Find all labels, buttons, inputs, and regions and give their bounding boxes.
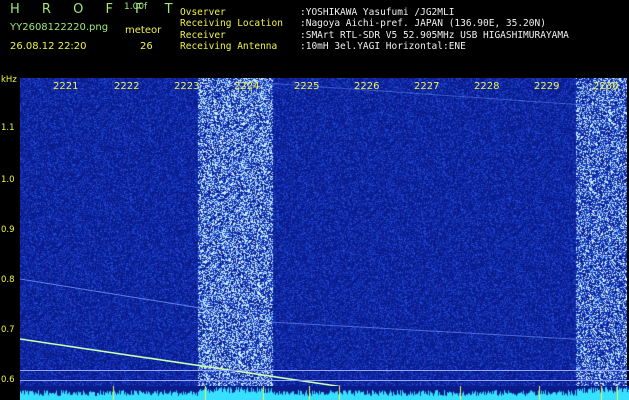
reference-line (20, 370, 629, 371)
info-key-receiver: Receiver (180, 30, 226, 41)
reference-line (20, 380, 629, 381)
app-title: H R O F F T (10, 2, 182, 17)
spectrogram-plot (20, 78, 627, 400)
meteor-count: 26 (140, 41, 153, 52)
time-label: 2227 (414, 81, 440, 92)
info-key-antenna: Receiving Antenna (180, 41, 278, 52)
freq-tick: 1.1 (1, 123, 15, 133)
time-label: 2222 (114, 81, 140, 92)
header-bar: H R O F F T 1.00f YY2608122220.png 26.08… (0, 0, 629, 75)
signal-overlay (20, 81, 627, 389)
time-label: 2221 (53, 81, 79, 92)
info-value-location: :Nagoya Aichi-pref. JAPAN (136.90E, 35.2… (300, 18, 546, 29)
freq-tick: 0.6 (1, 375, 15, 385)
faint-trail (20, 278, 251, 317)
frequency-axis: kHz 1.1 1.0 0.9 0.8 0.7 0.6 (0, 75, 20, 400)
meteor-label: meteor (125, 25, 162, 36)
time-label: 2224 (234, 81, 260, 92)
faint-trail (269, 321, 627, 343)
info-key-observer: Ovserver (180, 7, 226, 18)
time-label: 2230 (593, 81, 619, 92)
freq-tick: 0.7 (1, 325, 15, 335)
time-label: 2229 (534, 81, 560, 92)
info-value-antenna: :10mH 3el.YAGI Horizontal:ENE (300, 41, 466, 52)
info-value-receiver: :SMArt RTL-SDR V5 52.905MHz USB HIGASHIM… (300, 30, 569, 41)
info-value-observer: :YOSHIKAWA Yasufumi /JG2MLI (300, 7, 455, 18)
time-label: 2226 (354, 81, 380, 92)
version-label: 1.00f (124, 2, 148, 12)
axis-unit: kHz (1, 75, 17, 85)
freq-tick: 1.0 (1, 175, 15, 185)
filename-label: YY2608122220.png (10, 22, 109, 33)
time-label: 2228 (474, 81, 500, 92)
info-key-location: Receiving Location (180, 18, 283, 29)
time-label: 2225 (294, 81, 320, 92)
time-label: 2223 (174, 81, 200, 92)
freq-tick: 0.8 (1, 275, 15, 285)
datetime-label: 26.08.12 22:20 (10, 41, 87, 52)
freq-tick: 0.9 (1, 225, 15, 235)
baseline-spectrum (20, 386, 629, 400)
